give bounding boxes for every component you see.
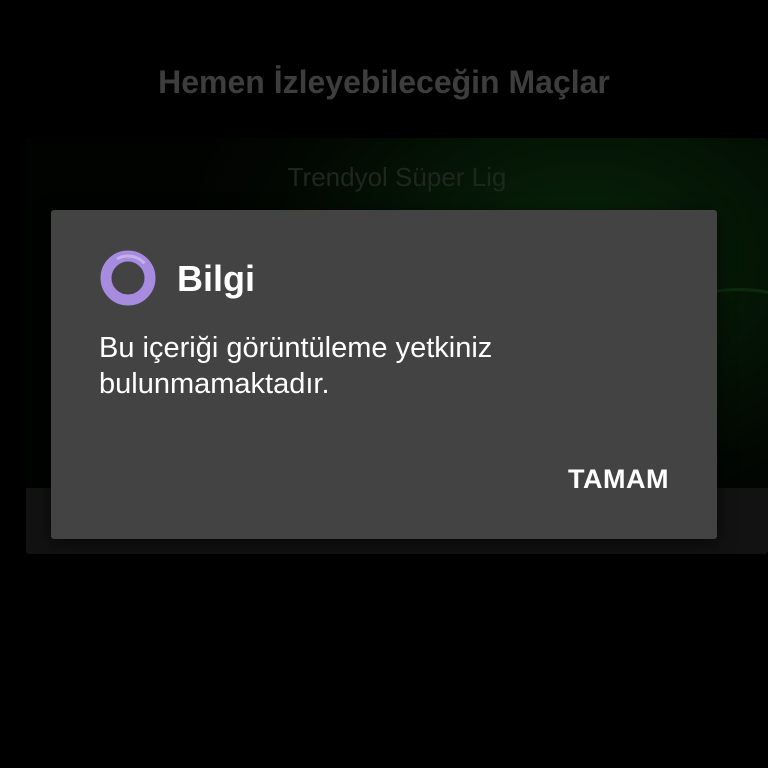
info-dialog: Bilgi Bu içeriği görüntüleme yetkiniz bu…: [51, 210, 717, 539]
dialog-message: Bu içeriği görüntüleme yetkiniz bulunmam…: [99, 332, 493, 400]
dialog-title: Bilgi: [177, 258, 255, 299]
ok-button[interactable]: TAMAM: [560, 460, 677, 499]
ring-icon: [100, 250, 156, 306]
